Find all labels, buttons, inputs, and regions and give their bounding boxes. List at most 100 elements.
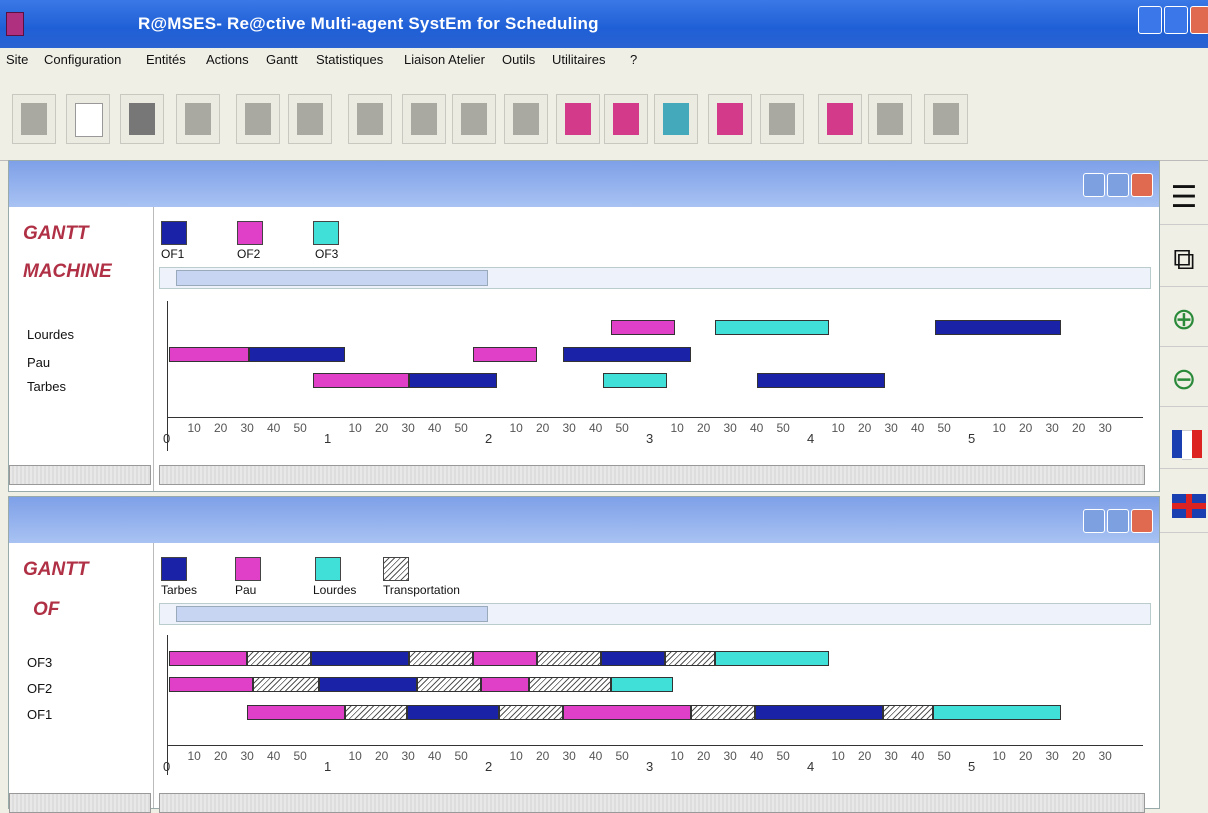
panel-maximize-button[interactable]	[1107, 173, 1129, 197]
uk-flag-icon[interactable]	[1160, 482, 1208, 533]
menu-site[interactable]: Site	[6, 52, 28, 67]
gear-icon[interactable]	[452, 94, 496, 144]
french-flag-icon[interactable]	[1160, 418, 1208, 469]
bar-of1-transport4[interactable]	[883, 705, 933, 720]
menu-actions[interactable]: Actions	[206, 52, 249, 67]
minimize-button[interactable]	[1138, 6, 1162, 34]
import-icon[interactable]	[236, 94, 280, 144]
axis-minor-label: 20	[375, 421, 389, 435]
legend-scrollbar[interactable]	[159, 603, 1151, 625]
bar-of2-tarbes[interactable]	[319, 677, 417, 692]
panel-close-button[interactable]	[1131, 173, 1153, 197]
bar-lourdes-of2[interactable]	[611, 320, 675, 335]
bar-lourdes-of3[interactable]	[715, 320, 829, 335]
bar-of3-tarbes2[interactable]	[601, 651, 665, 666]
bar-of2-pau[interactable]	[169, 677, 253, 692]
bar-of1-transport[interactable]	[345, 705, 407, 720]
zoom-in-icon[interactable]: ⊕	[1160, 296, 1208, 347]
axis-minor-label: 30	[240, 749, 254, 763]
layout-icon[interactable]: ☰	[1160, 174, 1208, 225]
menu-outils[interactable]: Outils	[502, 52, 535, 67]
bar-of3-transport3[interactable]	[537, 651, 601, 666]
factory-icon[interactable]	[556, 94, 600, 144]
bar-of1-tarbes[interactable]	[407, 705, 499, 720]
bar-of3-transport[interactable]	[247, 651, 311, 666]
bar-pau-of2[interactable]	[169, 347, 249, 362]
bar-pau-of2b[interactable]	[473, 347, 537, 362]
menu-configuration[interactable]: Configuration	[44, 52, 121, 67]
bar-of2-transport[interactable]	[253, 677, 319, 692]
bar-tarbes-of3[interactable]	[603, 373, 667, 388]
axis-minor-label: 20	[1072, 749, 1086, 763]
bar-of1-transport2[interactable]	[499, 705, 563, 720]
bar-of1-pau[interactable]	[247, 705, 345, 720]
axis-minor-label: 20	[214, 421, 228, 435]
new-document-icon[interactable]	[66, 94, 110, 144]
axis-minor-label: 40	[750, 421, 764, 435]
menu-utilitaires[interactable]: Utilitaires	[552, 52, 605, 67]
bar-lourdes-of1[interactable]	[935, 320, 1061, 335]
bar-of3-pau2[interactable]	[473, 651, 537, 666]
pie-chart-icon[interactable]	[654, 94, 698, 144]
robot-arm-icon[interactable]	[402, 94, 446, 144]
export-icon[interactable]	[288, 94, 332, 144]
scroll-thumb[interactable]	[176, 606, 488, 622]
list-icon[interactable]	[176, 94, 220, 144]
axis-minor-label: 50	[293, 421, 307, 435]
bar-of2-transport3[interactable]	[529, 677, 611, 692]
scroll-thumb[interactable]	[176, 270, 488, 286]
panel-minimize-button[interactable]	[1083, 173, 1105, 197]
bar-of3-tarbes[interactable]	[311, 651, 409, 666]
save-icon[interactable]	[708, 94, 752, 144]
chart-hscroll[interactable]	[159, 465, 1145, 485]
pencil-icon[interactable]	[348, 94, 392, 144]
hierarchy-icon[interactable]	[818, 94, 862, 144]
scan-icon[interactable]	[760, 94, 804, 144]
row-label-of2: OF2	[27, 681, 53, 696]
axis-minor-label: 30	[723, 421, 737, 435]
bar-of1-transport3[interactable]	[691, 705, 755, 720]
bar-of3-lourdes[interactable]	[715, 651, 829, 666]
label-hscroll[interactable]	[9, 793, 151, 813]
tools-icon[interactable]	[604, 94, 648, 144]
axis-major-label: 2	[485, 759, 493, 774]
bar-of3-transport2[interactable]	[409, 651, 473, 666]
bar-of1-pau2[interactable]	[563, 705, 691, 720]
bar-of1-tarbes2[interactable]	[755, 705, 883, 720]
copy-icon[interactable]: ⧉	[1160, 236, 1208, 287]
menu-liaison-atelier[interactable]: Liaison Atelier	[404, 52, 485, 67]
exit-icon[interactable]	[868, 94, 912, 144]
legend-swatch-transportation	[383, 557, 409, 581]
bar-pau-of1b[interactable]	[563, 347, 691, 362]
zoom-out-icon[interactable]: ⊖	[1160, 356, 1208, 407]
panel-maximize-button[interactable]	[1107, 509, 1129, 533]
close-button[interactable]	[1190, 6, 1208, 34]
bar-of3-transport4[interactable]	[665, 651, 715, 666]
label-hscroll[interactable]	[9, 465, 151, 485]
legend-scrollbar[interactable]	[159, 267, 1151, 289]
bar-tarbes-of2[interactable]	[313, 373, 409, 388]
menu-statistiques[interactable]: Statistiques	[316, 52, 383, 67]
bar-tarbes-of1[interactable]	[409, 373, 497, 388]
tool-icon[interactable]	[504, 94, 548, 144]
row-label-of3: OF3	[27, 655, 53, 670]
menu-entites[interactable]: Entités	[146, 52, 186, 67]
panel-minimize-button[interactable]	[1083, 509, 1105, 533]
open-folder-icon[interactable]	[120, 94, 164, 144]
menu-gantt[interactable]: Gantt	[266, 52, 298, 67]
bar-pau-of1[interactable]	[249, 347, 345, 362]
bar-of2-transport2[interactable]	[417, 677, 481, 692]
panel-close-button[interactable]	[1131, 509, 1153, 533]
axis-major-label: 1	[324, 759, 332, 774]
maximize-button[interactable]	[1164, 6, 1188, 34]
bar-tarbes-of1b[interactable]	[757, 373, 885, 388]
menu-help[interactable]: ?	[630, 52, 637, 67]
bar-of2-pau2[interactable]	[481, 677, 529, 692]
network-icon[interactable]	[12, 94, 56, 144]
bar-of2-lourdes[interactable]	[611, 677, 673, 692]
bar-of3-pau[interactable]	[169, 651, 247, 666]
settings-network-icon[interactable]	[924, 94, 968, 144]
axis-minor-label: 10	[348, 421, 362, 435]
bar-of1-lourdes[interactable]	[933, 705, 1061, 720]
chart-hscroll[interactable]	[159, 793, 1145, 813]
